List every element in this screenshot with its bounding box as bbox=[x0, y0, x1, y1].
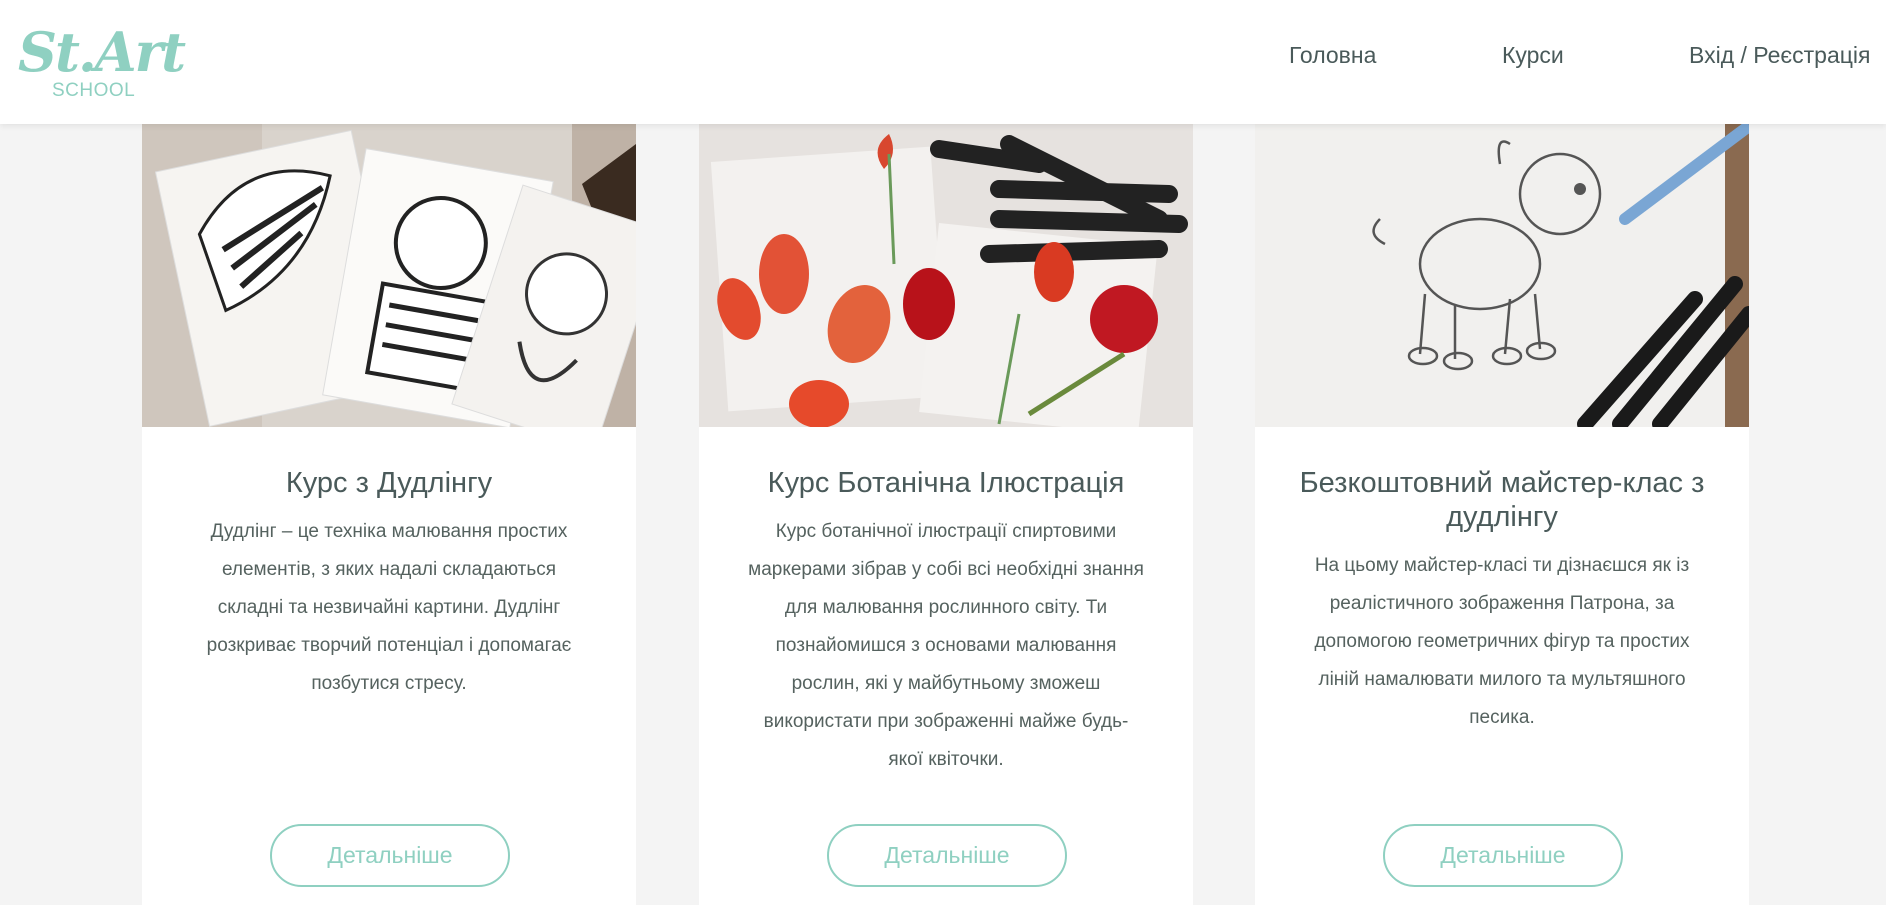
details-button[interactable]: Детальніше bbox=[827, 824, 1067, 887]
course-title: Курс Ботанічна Ілюстрація bbox=[767, 467, 1125, 499]
site-header: St.Art SCHOOL Головна Курси Вхід / Реєст… bbox=[0, 0, 1886, 124]
course-card-botanical: Курс Ботанічна Ілюстрація Курс ботанічно… bbox=[699, 124, 1193, 905]
nav-login-register-link[interactable]: Вхід / Реєстрація bbox=[1689, 42, 1871, 69]
nav-courses-link[interactable]: Курси bbox=[1502, 42, 1564, 69]
course-image-botanical bbox=[699, 124, 1193, 427]
logo[interactable]: St.Art SCHOOL bbox=[18, 22, 186, 104]
course-description: Курс ботанічної ілюстрації спиртовими ма… bbox=[748, 521, 1144, 770]
course-card-doodling: Курс з Дудлінгу Дудлінг – це техніка мал… bbox=[142, 124, 636, 905]
logo-subtitle: SCHOOL bbox=[52, 80, 136, 101]
course-image-doodling bbox=[142, 124, 636, 427]
course-title: Курс з Дудлінгу bbox=[285, 467, 493, 499]
details-button[interactable]: Детальніше bbox=[270, 824, 510, 887]
logo-script-text: St.Art bbox=[18, 20, 186, 84]
course-description: Дудлінг – це техніка малювання простих е… bbox=[206, 521, 572, 694]
course-title: Безкоштовний майстер-клас з дудлінгу bbox=[1299, 467, 1705, 533]
nav-home-link[interactable]: Головна bbox=[1289, 42, 1376, 69]
course-image-masterclass bbox=[1255, 124, 1749, 427]
course-card-masterclass: Безкоштовний майстер-клас з дудлінгу На … bbox=[1255, 124, 1749, 905]
course-description: На цьому майстер-класі ти дізнаєшся як і… bbox=[1314, 555, 1690, 728]
details-button[interactable]: Детальніше bbox=[1383, 824, 1623, 887]
